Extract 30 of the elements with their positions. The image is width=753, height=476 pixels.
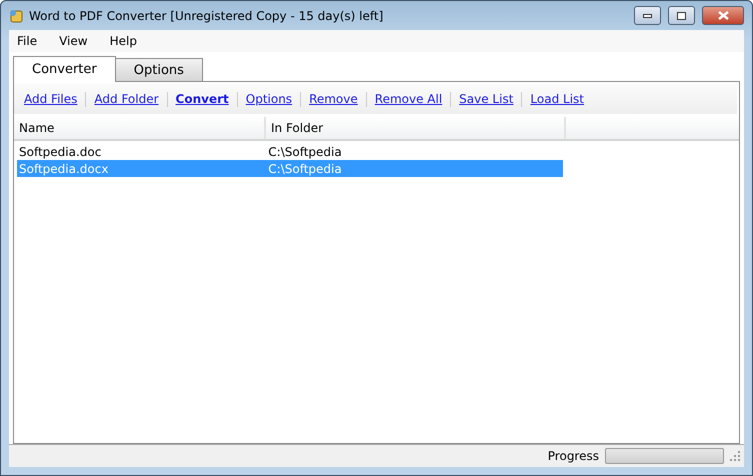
toolbar-link[interactable]: Add Folder <box>94 92 159 106</box>
tab[interactable]: Converter <box>13 56 116 82</box>
close-button[interactable] <box>702 6 744 25</box>
toolbar-link[interactable]: Options <box>246 92 292 106</box>
close-icon <box>718 11 728 20</box>
toolbar-link[interactable]: Remove <box>309 92 358 106</box>
minimize-icon <box>643 14 652 18</box>
app-icon <box>9 8 23 22</box>
file-row[interactable]: Softpedia.doc C:\Softpedia <box>17 143 563 160</box>
menu-item[interactable]: Help <box>110 34 137 48</box>
toolbar-link[interactable]: Add Files <box>24 92 78 106</box>
table-cell-text: Softpedia.doc <box>18 144 102 160</box>
maximize-icon <box>677 12 686 20</box>
toolbar-link[interactable]: Remove All <box>374 92 442 106</box>
minimize-button[interactable] <box>634 6 661 25</box>
window-title: Word to PDF Converter [Unregistered Copy - 15 day(s) left] <box>29 8 384 22</box>
table-cell-text: C:\Softpedia <box>267 144 343 160</box>
column-header[interactable]: In Folder <box>266 117 566 139</box>
menu-item[interactable]: View <box>59 34 88 48</box>
progress-label: Progress <box>548 449 599 463</box>
table-cell-text: C:\Softpedia <box>267 160 343 177</box>
toolbar-link[interactable]: Convert <box>176 92 229 106</box>
resize-grip-icon[interactable] <box>730 451 740 461</box>
maximize-button[interactable] <box>668 6 695 25</box>
column-header[interactable]: Name <box>14 117 266 139</box>
menu-item[interactable]: File <box>17 34 38 48</box>
toolbar-link[interactable]: Load List <box>530 92 584 106</box>
tab[interactable]: Options <box>114 58 203 82</box>
table-cell-text: Softpedia.docx <box>18 160 110 177</box>
toolbar-link[interactable]: Save List <box>459 92 514 106</box>
